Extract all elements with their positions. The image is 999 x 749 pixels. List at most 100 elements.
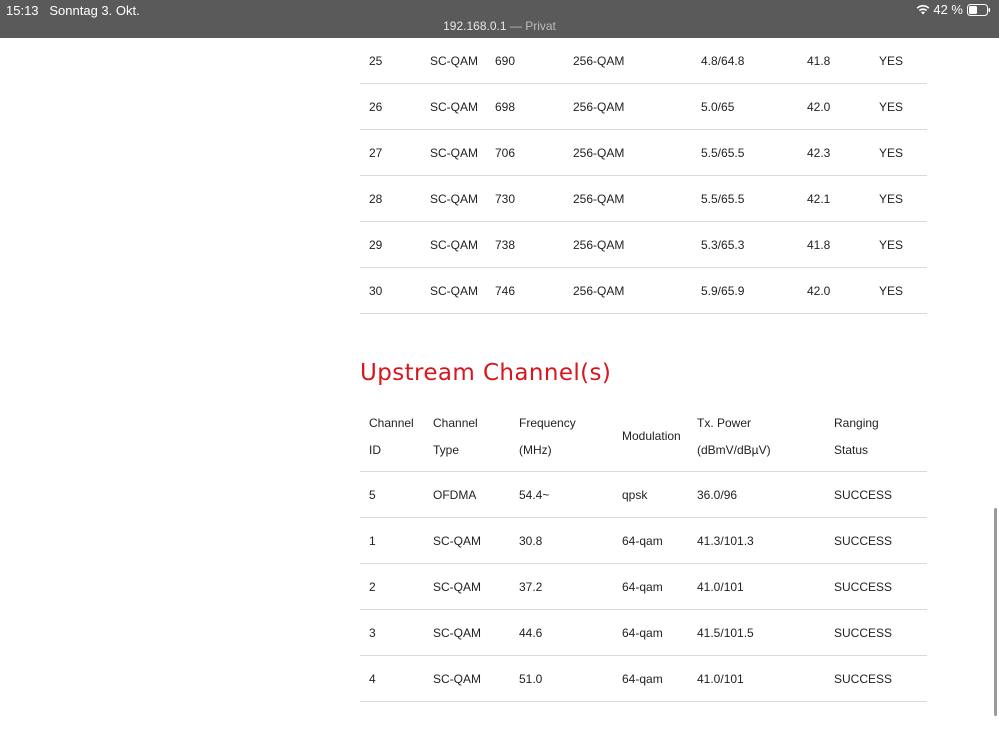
cell-tx-power: 41.3/101.3 — [697, 517, 834, 564]
cell-tx-power: 36.0/96 — [697, 471, 834, 518]
cell-frequency: 44.6 — [519, 609, 622, 656]
cell-power: 5.5/65.5 — [701, 175, 807, 222]
cell-modulation: qpsk — [622, 471, 697, 518]
cell-channel-type: SC-QAM — [433, 609, 519, 656]
downstream-row: 27 SC-QAM 706 256-QAM 5.5/65.5 42.3 YES — [360, 129, 927, 176]
cell-channel-type: OFDMA — [433, 471, 519, 518]
cell-tx-power: 41.0/101 — [697, 563, 834, 610]
cell-snr: 41.8 — [807, 38, 879, 84]
cell-channel-id: 5 — [360, 471, 433, 518]
cell-tx-power: 41.5/101.5 — [697, 609, 834, 656]
col-header-frequency: Frequency (MHz) — [519, 402, 622, 472]
cell-modulation: 256-QAM — [573, 221, 701, 268]
cell-channel-type: SC-QAM — [430, 221, 495, 268]
cell-channel-type: SC-QAM — [430, 38, 495, 84]
cell-channel-id: 29 — [360, 221, 430, 268]
cell-frequency: 54.4~ — [519, 471, 622, 518]
cell-modulation: 256-QAM — [573, 129, 701, 176]
cell-ranging-status: SUCCESS — [834, 517, 927, 564]
cell-snr: 42.0 — [807, 267, 879, 314]
cell-frequency: 690 — [495, 38, 573, 84]
cell-ranging-status: SUCCESS — [834, 563, 927, 610]
col-header-modulation: Modulation — [622, 402, 697, 472]
cell-channel-type: SC-QAM — [430, 83, 495, 130]
cell-locked: YES — [879, 83, 927, 130]
status-time-date: 15:13 Sonntag 3. Okt. — [6, 3, 140, 18]
downstream-section: 25 SC-QAM 690 256-QAM 4.8/64.8 41.8 YES 26 SC-QA… — [360, 38, 927, 314]
cell-modulation: 256-QAM — [573, 38, 701, 84]
cell-modulation: 64-qam — [622, 609, 697, 656]
cell-locked: YES — [879, 175, 927, 222]
cell-ranging-status: SUCCESS — [834, 471, 927, 518]
upstream-section: Channel ID Channel Type Frequency (MHz) … — [360, 402, 927, 702]
cell-frequency: 730 — [495, 175, 573, 222]
status-date: Sonntag 3. Okt. — [49, 3, 140, 18]
downstream-table: 25 SC-QAM 690 256-QAM 4.8/64.8 41.8 YES 26 SC-QA… — [360, 38, 927, 314]
downstream-row: 26 SC-QAM 698 256-QAM 5.0/65 42.0 YES — [360, 83, 927, 130]
private-mode-label: — Privat — [506, 19, 556, 33]
cell-power: 5.9/65.9 — [701, 267, 807, 314]
url-bar[interactable]: 192.168.0.1 — Privat — [0, 19, 999, 33]
upstream-table: Channel ID Channel Type Frequency (MHz) … — [360, 402, 927, 702]
upstream-row: 2 SC-QAM 37.2 64-qam 41.0/101 SUCCESS — [360, 563, 927, 610]
cell-frequency: 30.8 — [519, 517, 622, 564]
cell-channel-id: 2 — [360, 563, 433, 610]
wifi-icon — [917, 5, 930, 15]
upstream-title: Upstream Channel(s) — [360, 360, 612, 386]
upstream-header-row: Channel ID Channel Type Frequency (MHz) … — [360, 402, 927, 472]
cell-channel-id: 25 — [360, 38, 430, 84]
cell-power: 5.3/65.3 — [701, 221, 807, 268]
cell-channel-type: SC-QAM — [433, 517, 519, 564]
upstream-row: 3 SC-QAM 44.6 64-qam 41.5/101.5 SUCCESS — [360, 609, 927, 656]
col-header-channel-id: Channel ID — [360, 402, 433, 472]
cell-snr: 41.8 — [807, 221, 879, 268]
cell-locked: YES — [879, 221, 927, 268]
cell-power: 5.5/65.5 — [701, 129, 807, 176]
cell-ranging-status: SUCCESS — [834, 655, 927, 702]
cell-channel-id: 28 — [360, 175, 430, 222]
cell-locked: YES — [879, 267, 927, 314]
upstream-row: 1 SC-QAM 30.8 64-qam 41.3/101.3 SUCCESS — [360, 517, 927, 564]
cell-modulation: 256-QAM — [573, 267, 701, 314]
cell-snr: 42.3 — [807, 129, 879, 176]
downstream-row: 29 SC-QAM 738 256-QAM 5.3/65.3 41.8 YES — [360, 221, 927, 268]
cell-channel-id: 1 — [360, 517, 433, 564]
cell-channel-type: SC-QAM — [430, 129, 495, 176]
cell-locked: YES — [879, 129, 927, 176]
cell-channel-type: SC-QAM — [430, 267, 495, 314]
cell-channel-id: 26 — [360, 83, 430, 130]
col-header-ranging-status: Ranging Status — [834, 402, 927, 472]
cell-modulation: 256-QAM — [573, 175, 701, 222]
cell-snr: 42.0 — [807, 83, 879, 130]
col-header-channel-type: Channel Type — [433, 402, 519, 472]
upstream-row: 4 SC-QAM 51.0 64-qam 41.0/101 SUCCESS — [360, 655, 927, 702]
cell-channel-id: 27 — [360, 129, 430, 176]
status-time: 15:13 — [6, 3, 39, 18]
downstream-row: 28 SC-QAM 730 256-QAM 5.5/65.5 42.1 YES — [360, 175, 927, 222]
cell-channel-type: SC-QAM — [433, 563, 519, 610]
cell-channel-id: 3 — [360, 609, 433, 656]
downstream-row: 25 SC-QAM 690 256-QAM 4.8/64.8 41.8 YES — [360, 38, 927, 84]
cell-frequency: 698 — [495, 83, 573, 130]
status-bar: 15:13 Sonntag 3. Okt. 42 % 192.168.0.1 —… — [0, 0, 999, 38]
cell-frequency: 37.2 — [519, 563, 622, 610]
cell-ranging-status: SUCCESS — [834, 609, 927, 656]
cell-channel-id: 4 — [360, 655, 433, 702]
status-right: 42 % — [916, 2, 991, 17]
scrollbar[interactable] — [994, 508, 997, 716]
col-header-tx-power: Tx. Power (dBmV/dBµV) — [697, 402, 834, 472]
cell-modulation: 64-qam — [622, 563, 697, 610]
cell-tx-power: 41.0/101 — [697, 655, 834, 702]
cell-modulation: 64-qam — [622, 517, 697, 564]
cell-frequency: 706 — [495, 129, 573, 176]
cell-power: 5.0/65 — [701, 83, 807, 130]
cell-locked: YES — [879, 38, 927, 84]
cell-channel-id: 30 — [360, 267, 430, 314]
battery-icon — [967, 3, 991, 16]
cell-modulation: 64-qam — [622, 655, 697, 702]
battery-percent: 42 % — [933, 2, 963, 17]
url-text: 192.168.0.1 — [443, 19, 507, 33]
upstream-row: 5 OFDMA 54.4~ qpsk 36.0/96 SUCCESS — [360, 471, 927, 518]
cell-power: 4.8/64.8 — [701, 38, 807, 84]
cell-channel-type: SC-QAM — [430, 175, 495, 222]
